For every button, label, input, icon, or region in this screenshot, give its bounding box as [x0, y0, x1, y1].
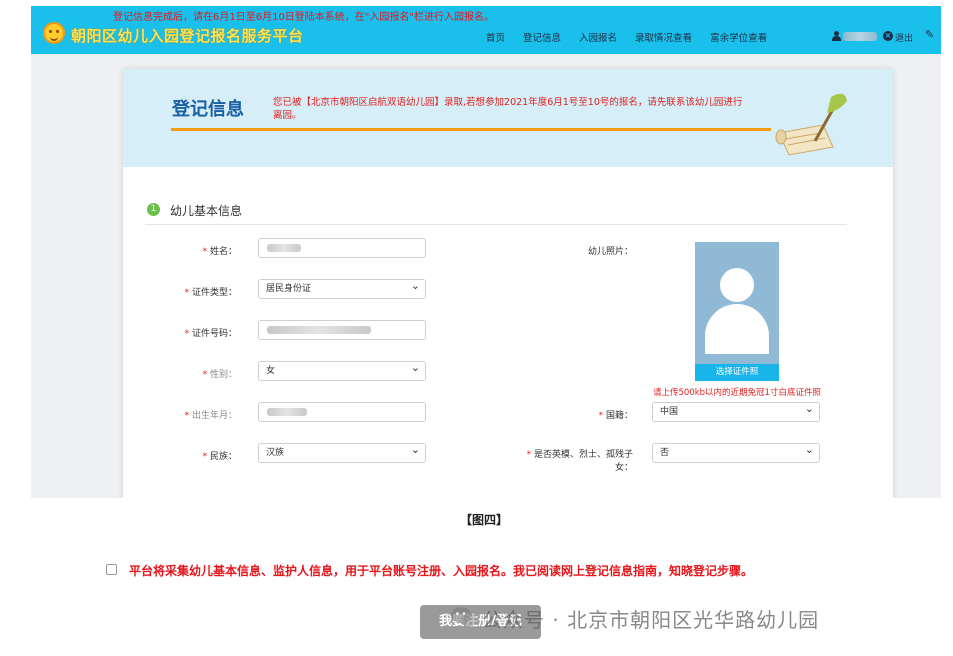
nav-registration-info[interactable]: 登记信息	[523, 30, 561, 44]
id-type-select[interactable]: 居民身份证	[258, 277, 426, 299]
birth-date-redacted	[267, 408, 307, 416]
platform-title: 朝阳区幼儿入园登记报名服务平台	[71, 27, 304, 45]
wechat-icon	[451, 607, 477, 627]
scroll-quill-icon	[775, 93, 847, 156]
id-type-label: * 证件类型：	[184, 288, 237, 298]
section-title: 幼儿基本信息	[170, 204, 243, 218]
nav-admission-results[interactable]: 录取情况查看	[635, 30, 692, 44]
agreement-checkbox[interactable]	[106, 564, 117, 575]
gender-value: 女	[266, 366, 276, 376]
name-label: * 姓名：	[202, 247, 237, 257]
martyr-family-select[interactable]: 否	[652, 441, 820, 463]
main-nav: 首页 登记信息 入园报名 录取情况查看 富余学位查看	[486, 30, 767, 44]
figure-caption: 【图四】	[460, 513, 509, 527]
ethnicity-label: * 民族：	[202, 452, 237, 462]
birth-date-input[interactable]	[258, 402, 426, 422]
user-icon	[832, 31, 841, 41]
photo-label: 幼儿照片：	[587, 247, 633, 257]
ethnicity-select[interactable]: 汉族	[258, 441, 426, 463]
photo-placeholder	[695, 242, 779, 364]
card-title: 登记信息	[172, 99, 244, 120]
logout-icon[interactable]: ×	[883, 31, 893, 41]
id-number-input[interactable]	[258, 320, 426, 340]
section-divider	[145, 224, 847, 225]
watermark-text: 公众号 · 北京市朝阳区光华路幼儿园	[482, 608, 820, 632]
avatar-head-icon	[720, 268, 754, 302]
logout-link[interactable]: 退出	[895, 31, 913, 44]
photo-upload-hint: 请上传500kb以内的近期免冠1寸白底证件照	[653, 388, 821, 398]
id-number-redacted	[267, 326, 371, 334]
username-redacted	[843, 32, 877, 41]
name-redacted	[267, 244, 301, 252]
section-step-badge: 1	[147, 203, 160, 216]
gender-select[interactable]: 女	[258, 359, 426, 381]
header-divider	[171, 128, 771, 131]
choose-photo-button[interactable]: 选择证件照	[695, 364, 779, 381]
nationality-label: * 国籍：	[598, 411, 633, 421]
sun-logo-icon	[43, 22, 65, 44]
gender-label: * 性别：	[202, 370, 237, 380]
admission-notice: 您已被【北京市朝阳区启航双语幼儿园】录取,若想参加2021年度6月1号至10号的…	[273, 97, 743, 121]
nationality-value: 中国	[660, 407, 679, 417]
edit-pen-icon[interactable]: ✎	[925, 28, 934, 41]
id-number-label: * 证件号码：	[184, 329, 237, 339]
martyr-family-value: 否	[660, 448, 670, 458]
martyr-family-label: * 是否英模、烈士、孤残子 女：	[526, 450, 633, 473]
screenshot-panel: 登记信息完成后，请在6月1日至6月10日登陆本系统，在"入园报名"栏进行入园报名…	[31, 6, 941, 498]
nationality-select[interactable]: 中国	[652, 400, 820, 422]
ethnicity-value: 汉族	[266, 448, 285, 458]
top-navigation-bar: 登记信息完成后，请在6月1日至6月10日登陆本系统，在"入园报名"栏进行入园报名…	[31, 6, 941, 54]
name-input[interactable]	[258, 238, 426, 258]
id-type-value: 居民身份证	[266, 284, 312, 294]
registration-card: 登记信息 您已被【北京市朝阳区启航双语幼儿园】录取,若想参加2021年度6月1号…	[123, 69, 893, 498]
avatar-body-icon	[705, 304, 769, 354]
nav-enrollment[interactable]: 入园报名	[579, 30, 617, 44]
scrolling-notice: 登记信息完成后，请在6月1日至6月10日登陆本系统，在"入园报名"栏进行入园报名…	[113, 12, 495, 23]
nav-home[interactable]: 首页	[486, 30, 505, 44]
nav-spare-seats[interactable]: 富余学位查看	[710, 30, 767, 44]
birth-date-label: * 出生年月：	[184, 411, 237, 421]
card-header: 登记信息 您已被【北京市朝阳区启航双语幼儿园】录取,若想参加2021年度6月1号…	[123, 69, 893, 167]
agreement-text: 平台将采集幼儿基本信息、监护人信息，用于平台账号注册、入园报名。我已阅读网上登记…	[129, 564, 754, 578]
